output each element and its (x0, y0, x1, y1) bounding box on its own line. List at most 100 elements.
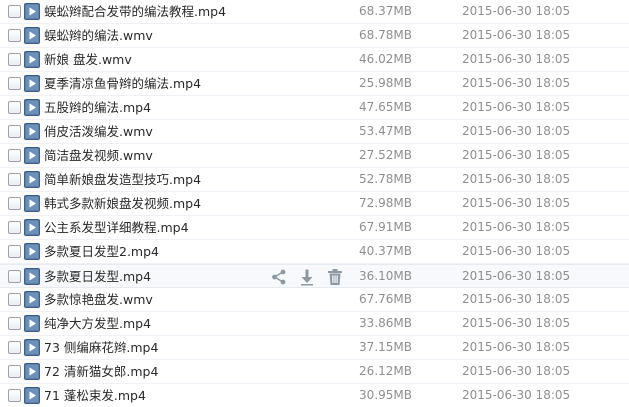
row-checkbox[interactable] (8, 245, 21, 258)
file-size: 40.37MB (359, 244, 412, 258)
file-row[interactable]: 72 清新猫女郎.mp4 26.12MB 2015-06-30 18:05 (0, 360, 629, 384)
video-file-icon (24, 387, 40, 404)
file-date: 2015-06-30 18:05 (462, 316, 571, 330)
file-name[interactable]: 五股辫的编法.mp4 (44, 99, 151, 116)
row-checkbox[interactable] (8, 293, 21, 306)
video-file-icon (24, 243, 40, 260)
video-file-icon (24, 3, 40, 20)
file-row[interactable]: 俏皮活泼编发.wmv 53.47MB 2015-06-30 18:05 (0, 120, 629, 144)
file-size: 52.78MB (359, 172, 412, 186)
file-date: 2015-06-30 18:05 (462, 172, 571, 186)
file-name[interactable]: 简洁盘发视频.wmv (44, 147, 153, 164)
file-size: 67.91MB (359, 220, 412, 234)
row-checkbox[interactable] (8, 77, 21, 90)
row-checkbox[interactable] (8, 365, 21, 378)
file-name[interactable]: 蜈蚣辫的编法.wmv (44, 27, 153, 44)
row-checkbox[interactable] (8, 221, 21, 234)
file-size: 53.47MB (359, 124, 412, 138)
trash-icon[interactable] (326, 268, 344, 286)
row-checkbox[interactable] (8, 5, 21, 18)
file-size: 36.10MB (359, 269, 412, 283)
video-file-icon (24, 75, 40, 92)
video-file-icon (24, 147, 40, 164)
file-date: 2015-06-30 18:05 (462, 364, 571, 378)
file-name[interactable]: 韩式多款新娘盘发视频.mp4 (44, 195, 201, 212)
row-checkbox[interactable] (8, 29, 21, 42)
video-file-icon (24, 51, 40, 68)
video-file-icon (24, 268, 40, 285)
file-name[interactable]: 72 清新猫女郎.mp4 (44, 363, 158, 380)
file-name[interactable]: 公主系发型详细教程.mp4 (44, 219, 189, 236)
video-file-icon (24, 123, 40, 140)
video-file-icon (24, 291, 40, 308)
file-date: 2015-06-30 18:05 (462, 244, 571, 258)
file-size: 47.65MB (359, 100, 412, 114)
file-date: 2015-06-30 18:05 (462, 196, 571, 210)
file-size: 25.98MB (359, 76, 412, 90)
file-date: 2015-06-30 18:05 (462, 388, 571, 402)
file-date: 2015-06-30 18:05 (462, 148, 571, 162)
file-date: 2015-06-30 18:05 (462, 340, 571, 354)
video-file-icon (24, 315, 40, 332)
file-row[interactable]: 夏季清凉鱼骨辫的编法.mp4 25.98MB 2015-06-30 18:05 (0, 72, 629, 96)
file-size: 26.12MB (359, 364, 412, 378)
file-row[interactable]: 蜈蚣辫配合发带的编法教程.mp4 68.37MB 2015-06-30 18:0… (0, 0, 629, 24)
file-date: 2015-06-30 18:05 (462, 4, 571, 18)
file-name[interactable]: 夏季清凉鱼骨辫的编法.mp4 (44, 75, 201, 92)
file-name[interactable]: 多款夏日发型2.mp4 (44, 243, 159, 260)
file-size: 30.95MB (359, 388, 412, 402)
file-row[interactable]: 73 侧编麻花辫.mp4 37.15MB 2015-06-30 18:05 (0, 336, 629, 360)
video-file-icon (24, 99, 40, 116)
file-row[interactable]: 新娘 盘发.wmv 46.02MB 2015-06-30 18:05 (0, 48, 629, 72)
file-size: 72.98MB (359, 196, 412, 210)
file-row[interactable]: 71 蓬松束发.mp4 30.95MB 2015-06-30 18:05 (0, 384, 629, 407)
file-date: 2015-06-30 18:05 (462, 100, 571, 114)
file-name[interactable]: 新娘 盘发.wmv (44, 51, 132, 68)
video-file-icon (24, 363, 40, 380)
file-date: 2015-06-30 18:05 (462, 28, 571, 42)
file-size: 27.52MB (359, 148, 412, 162)
file-row[interactable]: 纯净大方发型.mp4 33.86MB 2015-06-30 18:05 (0, 312, 629, 336)
row-checkbox[interactable] (8, 53, 21, 66)
file-row[interactable]: 多款夏日发型2.mp4 40.37MB 2015-06-30 18:05 (0, 240, 629, 264)
file-name[interactable]: 纯净大方发型.mp4 (44, 315, 151, 332)
row-checkbox[interactable] (8, 125, 21, 138)
file-name[interactable]: 71 蓬松束发.mp4 (44, 387, 146, 404)
row-checkbox[interactable] (8, 197, 21, 210)
file-row[interactable]: 简单新娘盘发造型技巧.mp4 52.78MB 2015-06-30 18:05 (0, 168, 629, 192)
file-row[interactable]: 简洁盘发视频.wmv 27.52MB 2015-06-30 18:05 (0, 144, 629, 168)
row-checkbox[interactable] (8, 270, 21, 283)
file-size: 37.15MB (359, 340, 412, 354)
file-name[interactable]: 多款夏日发型.mp4 (44, 268, 151, 285)
file-size: 68.37MB (359, 4, 412, 18)
file-name[interactable]: 73 侧编麻花辫.mp4 (44, 339, 158, 356)
file-name[interactable]: 俏皮活泼编发.wmv (44, 123, 153, 140)
row-checkbox[interactable] (8, 173, 21, 186)
row-checkbox[interactable] (8, 101, 21, 114)
file-row[interactable]: 多款惊艳盘发.wmv 67.76MB 2015-06-30 18:05 (0, 288, 629, 312)
video-file-icon (24, 339, 40, 356)
video-file-icon (24, 219, 40, 236)
download-icon[interactable] (298, 268, 316, 286)
file-date: 2015-06-30 18:05 (462, 269, 571, 283)
file-date: 2015-06-30 18:05 (462, 76, 571, 90)
file-size: 33.86MB (359, 316, 412, 330)
file-row[interactable]: 蜈蚣辫的编法.wmv 68.78MB 2015-06-30 18:05 (0, 24, 629, 48)
file-name[interactable]: 多款惊艳盘发.wmv (44, 291, 153, 308)
file-date: 2015-06-30 18:05 (462, 52, 571, 66)
file-row[interactable]: 韩式多款新娘盘发视频.mp4 72.98MB 2015-06-30 18:05 (0, 192, 629, 216)
file-name[interactable]: 蜈蚣辫配合发带的编法教程.mp4 (44, 3, 226, 20)
file-list: 蜈蚣辫配合发带的编法教程.mp4 68.37MB 2015-06-30 18:0… (0, 0, 629, 407)
share-icon[interactable] (270, 268, 288, 286)
row-checkbox[interactable] (8, 341, 21, 354)
file-size: 68.78MB (359, 28, 412, 42)
row-checkbox[interactable] (8, 317, 21, 330)
file-date: 2015-06-30 18:05 (462, 292, 571, 306)
file-name[interactable]: 简单新娘盘发造型技巧.mp4 (44, 171, 201, 188)
file-row[interactable]: 多款夏日发型.mp4 36.10MB 2015-06-30 18:05 (0, 264, 629, 288)
row-checkbox[interactable] (8, 389, 21, 402)
file-row[interactable]: 公主系发型详细教程.mp4 67.91MB 2015-06-30 18:05 (0, 216, 629, 240)
file-row[interactable]: 五股辫的编法.mp4 47.65MB 2015-06-30 18:05 (0, 96, 629, 120)
row-checkbox[interactable] (8, 149, 21, 162)
file-date: 2015-06-30 18:05 (462, 220, 571, 234)
